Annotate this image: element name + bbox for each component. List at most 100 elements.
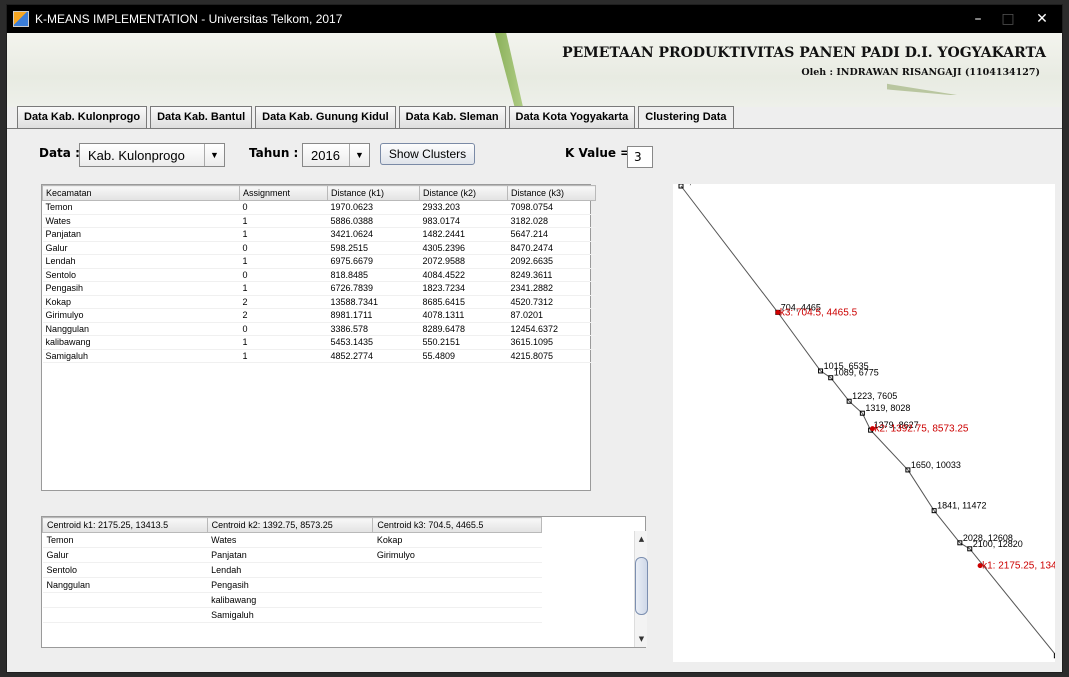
close-button[interactable]: ✕ [1022, 5, 1062, 33]
column-header[interactable]: Distance (k3) [507, 185, 596, 201]
table-cell: 87.0201 [507, 308, 596, 323]
plot-line-segment [907, 469, 935, 511]
tahun-select-value: 2016 [311, 147, 340, 163]
table-cell: 1 [239, 335, 328, 350]
table-row[interactable]: Galur 0 598.2515 4305.2396 8470.2474 [42, 241, 596, 255]
table-cell: 1823.7234 [419, 281, 508, 296]
table-cell: Girimulyo [42, 308, 240, 323]
data-point-label: 0, 0 [684, 184, 699, 186]
k-value-input[interactable]: 3 [627, 146, 653, 168]
table-cell: Pengasih [207, 577, 373, 593]
header-banner: PEMETAAN PRODUKTIVITAS PANEN PADI D.I. Y… [7, 33, 1062, 107]
banner-subtitle: Oleh : INDRAWAN RISANGAJI (1104134127) [801, 67, 1040, 78]
chevron-down-icon[interactable]: ▼ [204, 144, 224, 166]
table-cell: Galur [42, 241, 240, 255]
table-row[interactable]: Samigaluh [42, 607, 542, 623]
table-row[interactable]: Samigaluh 1 4852.2774 55.4809 4215.8075 [42, 349, 596, 363]
table-cell: 6726.7839 [327, 281, 420, 296]
data-point-label: 1841, 11472 [937, 501, 986, 511]
plot-line-segment [870, 429, 909, 471]
table-cell: Panjatan [207, 547, 373, 563]
chevron-down-icon[interactable]: ▼ [349, 144, 369, 166]
show-clusters-button[interactable]: Show Clusters [380, 143, 475, 165]
table-cell: Sentolo [42, 562, 208, 578]
column-header[interactable]: Assignment [239, 185, 328, 201]
table-row[interactable]: Panjatan 1 3421.0624 1482.2441 5647.214 [42, 227, 596, 242]
vertical-scrollbar[interactable]: ▲ ▼ [634, 531, 648, 647]
table-cell: 3615.1095 [507, 335, 596, 350]
cluster-plot-svg: 0, 0704, 44651015, 65351089, 67751223, 7… [678, 176, 1059, 659]
centroid-label: k1: 2175.25, 134 [982, 561, 1055, 572]
table-cell: 983.0174 [419, 214, 508, 228]
table-cell: 1970.0623 [327, 200, 420, 215]
tab-kota-yogyakarta[interactable]: Data Kota Yogyakarta [508, 106, 636, 128]
column-header[interactable]: Distance (k2) [419, 185, 508, 201]
table-cell [372, 562, 542, 578]
table-cell: 1482.2441 [419, 227, 508, 242]
table-row[interactable]: Kokap 2 13588.7341 8685.6415 4520.7312 [42, 295, 596, 309]
table-cell [372, 607, 542, 623]
centroid-table: Centroid k1: 2175.25, 13413.5 Centroid k2… [41, 516, 648, 648]
table-header: Centroid k1: 2175.25, 13413.5 Centroid k2… [42, 517, 542, 533]
table-cell: 4520.7312 [507, 295, 596, 309]
table-row[interactable]: Pengasih 1 6726.7839 1823.7234 2341.2882 [42, 281, 596, 296]
table-cell: 12454.6372 [507, 322, 596, 336]
tahun-select[interactable]: 2016 ▼ [302, 143, 370, 167]
column-header[interactable]: Centroid k2: 1392.75, 8573.25 [206, 517, 374, 533]
scroll-thumb[interactable] [635, 557, 648, 615]
table-cell: 0 [239, 241, 328, 255]
tab-sleman[interactable]: Data Kab. Sleman [398, 106, 506, 128]
table-cell: Wates [42, 214, 240, 228]
tab-gunung-kidul[interactable]: Data Kab. Gunung Kidul [255, 106, 396, 128]
data-select[interactable]: Kab. Kulonprogo ▼ [79, 143, 225, 167]
table-row[interactable]: Lendah 1 6975.6679 2072.9588 2092.6635 [42, 254, 596, 269]
table-cell: Pengasih [42, 281, 240, 296]
k-value-label: K Value = [565, 146, 631, 160]
scroll-down-icon[interactable]: ▼ [635, 633, 648, 645]
table-row[interactable]: Girimulyo 2 8981.1711 4078.1311 87.0201 [42, 308, 596, 323]
table-cell: 1 [239, 349, 328, 363]
scroll-up-icon[interactable]: ▲ [635, 533, 648, 545]
table-cell: 2341.2882 [507, 281, 596, 296]
table-row[interactable]: Nanggulan 0 3386.578 8289.6478 12454.6372 [42, 322, 596, 336]
table-cell: Kokap [42, 295, 240, 309]
table-row[interactable]: Temon 0 1970.0623 2933.203 7098.0754 [42, 200, 596, 215]
plot-line-segment [959, 542, 971, 550]
title-bar: K-MEANS IMPLEMENTATION - Universitas Tel… [7, 5, 1062, 33]
tab-bantul[interactable]: Data Kab. Bantul [150, 106, 253, 128]
table-row[interactable]: Sentolo 0 818.8485 4084.4522 8249.3611 [42, 268, 596, 282]
data-select-value: Kab. Kulonprogo [88, 147, 185, 163]
tab-clustering-data[interactable]: Clustering Data [638, 106, 734, 129]
table-cell: 598.2515 [327, 241, 420, 255]
banner-title: PEMETAAN PRODUKTIVITAS PANEN PADI D.I. Y… [562, 45, 1046, 61]
column-header[interactable]: Centroid k1: 2175.25, 13413.5 [42, 517, 208, 533]
data-point-label: 1650, 10033 [911, 460, 961, 470]
table-cell: 4084.4522 [419, 268, 508, 282]
cluster-plot: 0, 0704, 44651015, 65351089, 67751223, 7… [673, 176, 1059, 662]
table-cell: 4215.8075 [507, 349, 596, 363]
clustering-panel: Data : Kab. Kulonprogo ▼ Tahun : 2016 ▼ … [17, 129, 1059, 669]
main-window: K-MEANS IMPLEMENTATION - Universitas Tel… [6, 4, 1063, 673]
table-row[interactable]: Wates 1 5886.0388 983.0174 3182.028 [42, 214, 596, 228]
plot-line-segment [680, 185, 779, 313]
table-cell: 2092.6635 [507, 254, 596, 269]
tab-kulonprogo[interactable]: Data Kab. Kulonprogo [17, 106, 148, 128]
table-row[interactable]: Nanggulan Pengasih [42, 577, 542, 593]
column-header[interactable]: Centroid k3: 704.5, 4465.5 [372, 517, 542, 533]
table-row[interactable]: Temon Wates Kokap [42, 532, 542, 548]
table-cell: 4852.2774 [327, 349, 420, 363]
table-cell: 0 [239, 268, 328, 282]
table-cell: 2933.203 [419, 200, 508, 215]
column-header[interactable]: Kecamatan [42, 185, 240, 201]
table-cell: 0 [239, 322, 328, 336]
column-header[interactable]: Distance (k1) [327, 185, 420, 201]
assignment-table: Kecamatan Assignment Distance (k1) Distance… [41, 184, 596, 491]
data-point-label: 1319, 8028 [865, 403, 910, 413]
table-row[interactable]: Galur Panjatan Girimulyo [42, 547, 542, 563]
table-row[interactable]: kalibawang 1 5453.1435 550.2151 3615.1095 [42, 335, 596, 350]
table-cell: Sentolo [42, 268, 240, 282]
table-cell [372, 577, 542, 593]
table-row[interactable]: Sentolo Lendah [42, 562, 542, 578]
table-cell: 2 [239, 295, 328, 309]
table-row[interactable]: kalibawang [42, 592, 542, 608]
